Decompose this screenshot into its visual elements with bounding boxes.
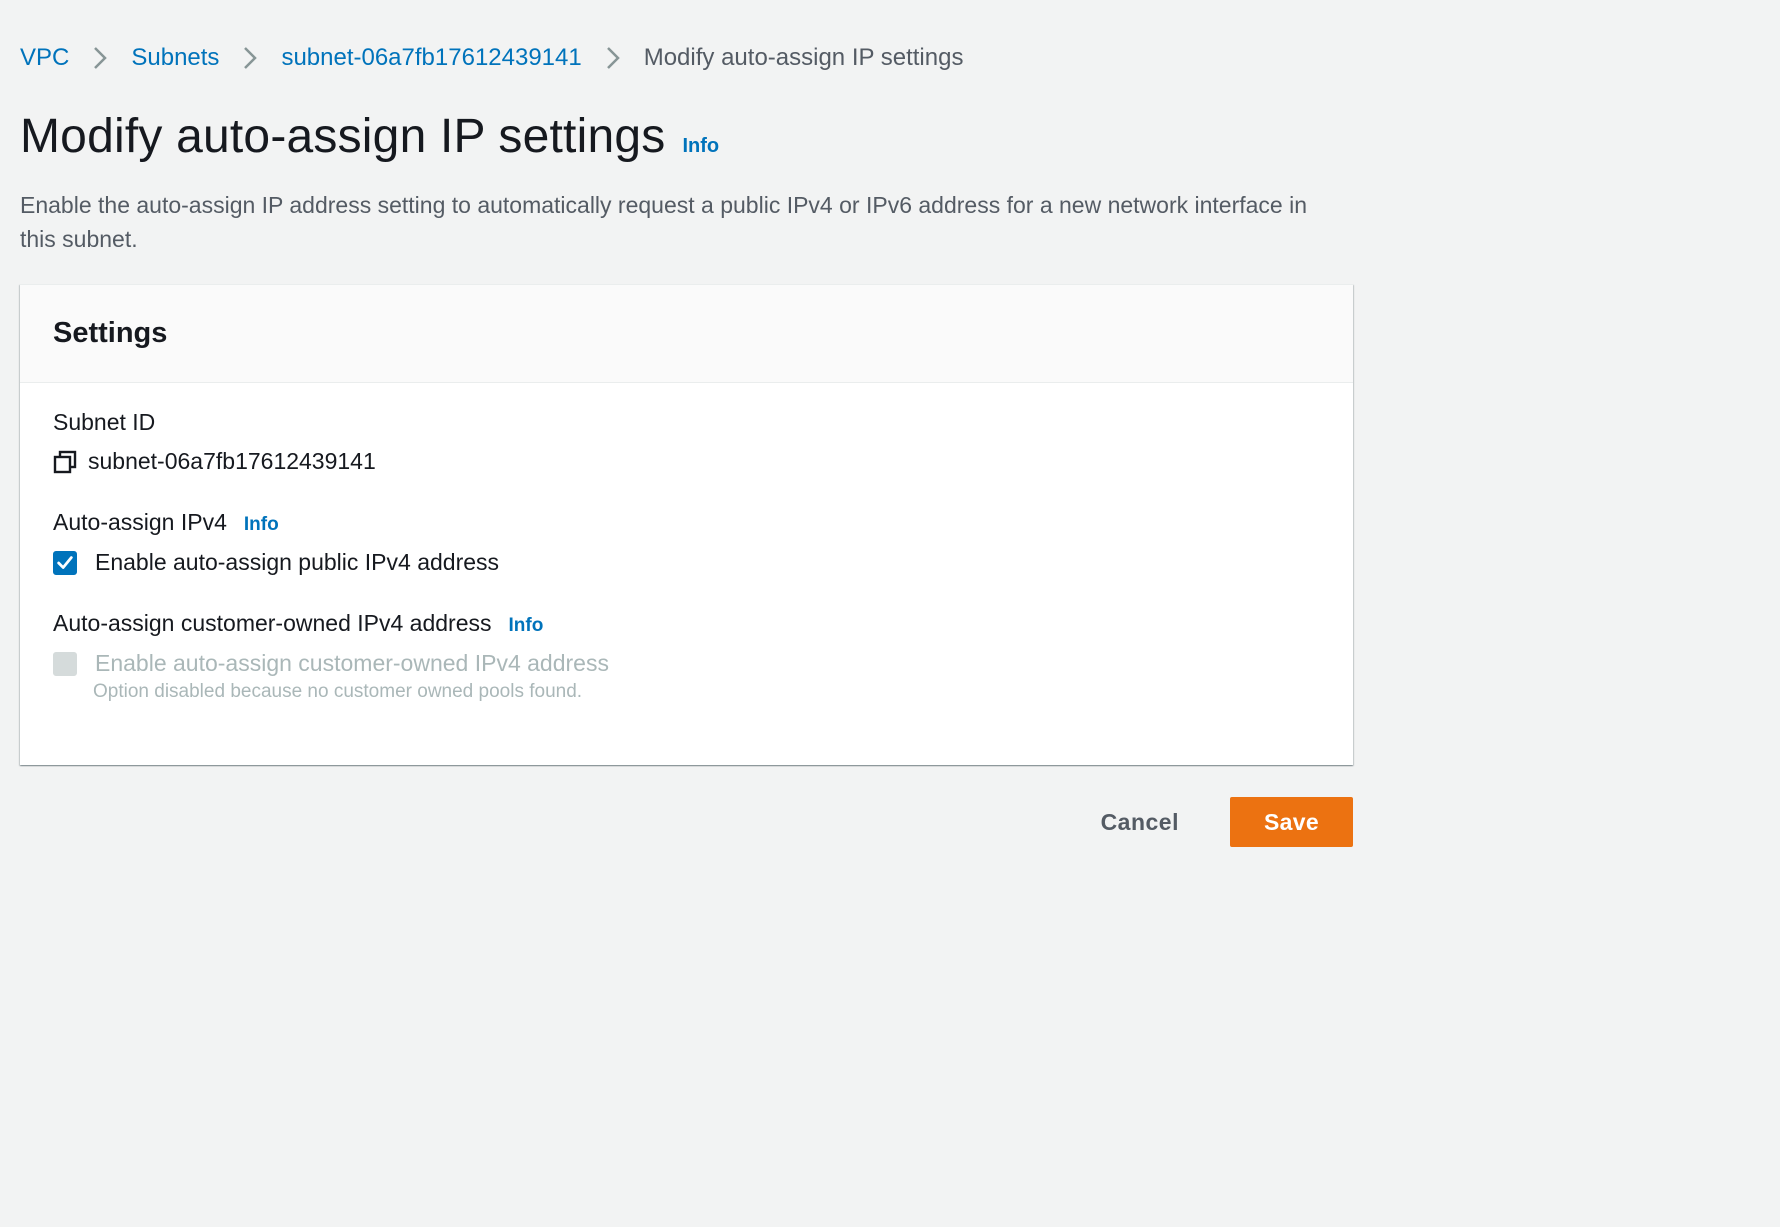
subnet-id-row: subnet-06a7fb17612439141 <box>53 448 1320 475</box>
page-description: Enable the auto-assign IP address settin… <box>20 192 1308 252</box>
save-button[interactable]: Save <box>1230 797 1353 847</box>
auto-assign-ipv4-option[interactable]: Enable auto-assign public IPv4 address <box>53 549 1320 576</box>
chevron-right-icon <box>582 29 644 87</box>
page: VPC Subnets subnet-06a7fb17612439141 Mod… <box>20 0 1353 847</box>
customer-owned-ipv4-checkbox <box>53 651 77 676</box>
breadcrumb-vpc[interactable]: VPC <box>20 44 69 72</box>
customer-owned-ipv4-description: Option disabled because no customer owne… <box>93 681 583 702</box>
auto-assign-ipv4-info-link[interactable]: Info <box>244 514 279 536</box>
copy-icon[interactable] <box>53 450 77 474</box>
cancel-button[interactable]: Cancel <box>1076 797 1204 847</box>
customer-owned-ipv4-field: Auto-assign customer-owned IPv4 address … <box>53 610 1320 703</box>
title-info-link[interactable]: Info <box>682 135 719 158</box>
subnet-id-field: Subnet ID subnet-06a7fb17612439141 <box>53 409 1320 475</box>
auto-assign-ipv4-label: Auto-assign IPv4 <box>53 509 227 535</box>
form-actions: Cancel Save <box>20 797 1353 847</box>
auto-assign-ipv4-checkbox-label[interactable]: Enable auto-assign public IPv4 address <box>95 549 499 576</box>
customer-owned-ipv4-option: Enable auto-assign customer-owned IPv4 a… <box>53 650 1320 677</box>
checkmark-icon <box>57 555 73 569</box>
settings-panel: Settings Subnet ID subnet-06a7fb17612439… <box>20 284 1353 765</box>
page-header: Modify auto-assign IP settings Info <box>20 109 1353 164</box>
settings-title: Settings <box>53 317 168 349</box>
customer-owned-ipv4-checkbox-label: Enable auto-assign customer-owned IPv4 a… <box>95 650 609 676</box>
customer-owned-ipv4-label-row: Auto-assign customer-owned IPv4 address … <box>53 610 1320 637</box>
breadcrumb-current: Modify auto-assign IP settings <box>643 44 964 71</box>
customer-owned-ipv4-label: Auto-assign customer-owned IPv4 address <box>53 610 492 636</box>
auto-assign-ipv4-label-row: Auto-assign IPv4 Info <box>53 509 1320 536</box>
settings-panel-body: Subnet ID subnet-06a7fb17612439141 Auto-… <box>20 383 1353 703</box>
auto-assign-ipv4-checkbox[interactable] <box>53 550 77 575</box>
breadcrumb: VPC Subnets subnet-06a7fb17612439141 Mod… <box>20 29 1353 87</box>
settings-panel-header: Settings <box>20 285 1353 383</box>
page-title: Modify auto-assign IP settings <box>20 110 666 163</box>
breadcrumb-subnets[interactable]: Subnets <box>131 44 219 72</box>
chevron-right-icon <box>69 29 131 87</box>
breadcrumb-subnet-id[interactable]: subnet-06a7fb17612439141 <box>281 44 581 72</box>
auto-assign-ipv4-field: Auto-assign IPv4 Info Enable auto-assign… <box>53 509 1320 576</box>
chevron-right-icon <box>219 29 281 87</box>
customer-owned-ipv4-info-link[interactable]: Info <box>509 615 544 637</box>
subnet-id-value: subnet-06a7fb17612439141 <box>88 448 376 474</box>
subnet-id-label: Subnet ID <box>53 409 156 435</box>
